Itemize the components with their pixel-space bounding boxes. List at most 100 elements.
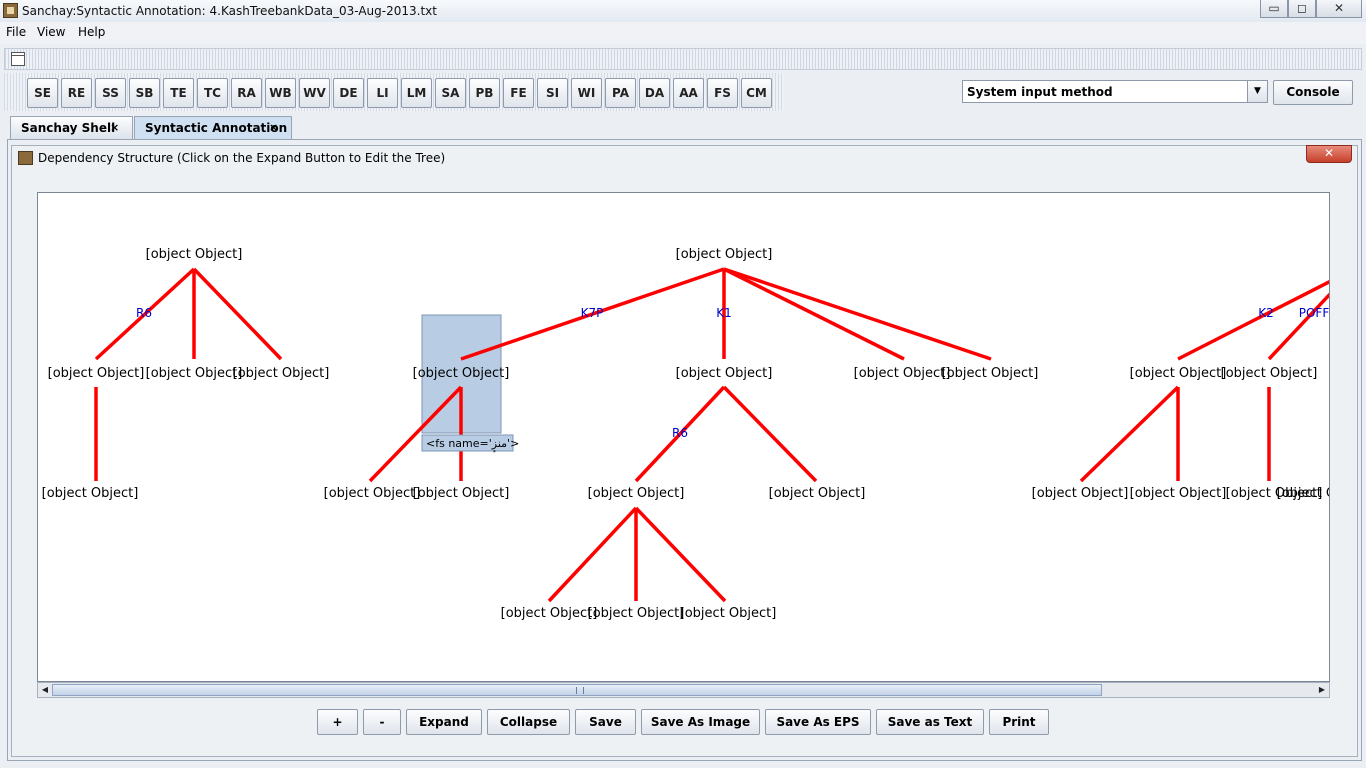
toolbar-button-wb[interactable]: WB: [265, 78, 296, 108]
tree-node[interactable]: [object Object]: [854, 366, 951, 381]
menu-help[interactable]: Help: [78, 25, 105, 39]
tab-label: Sanchay Shell: [21, 121, 116, 135]
tree-node[interactable]: [object Object]: [146, 247, 243, 262]
tree-node[interactable]: [object Object]: [324, 486, 421, 501]
toolbar-button-te[interactable]: TE: [163, 78, 194, 108]
tree-edge: [547, 506, 638, 603]
save-as-image-button[interactable]: Save As Image: [641, 709, 760, 735]
tree-canvas[interactable]: R6 K7P K1 R6 K2 POFF [object Object] [ob…: [37, 192, 1330, 682]
print-button[interactable]: Print: [989, 709, 1049, 735]
frame-title: Dependency Structure (Click on the Expan…: [38, 151, 446, 165]
tree-node[interactable]: [object Object]: [1130, 366, 1227, 381]
tree-edge: [1267, 292, 1329, 361]
toolbar-button-re[interactable]: RE: [61, 78, 92, 108]
relation-label: K1: [716, 306, 732, 320]
tree-edge: [192, 267, 283, 361]
minimize-button[interactable]: ▭: [1260, 0, 1288, 18]
chevron-down-icon[interactable]: ▼: [1247, 81, 1267, 102]
toolbar-button-fs[interactable]: FS: [707, 78, 738, 108]
menu-bar: File View Help: [0, 22, 1366, 44]
scrollbar-thumb[interactable]: [52, 684, 1102, 696]
toolbar-button-sb[interactable]: SB: [129, 78, 160, 108]
scroll-right-icon[interactable]: ▶: [1315, 683, 1329, 697]
tab-label: Syntactic Annotation: [145, 121, 288, 135]
window-title: Sanchay:Syntactic Annotation: 4.KashTree…: [22, 4, 437, 18]
close-window-button[interactable]: ✕: [1316, 0, 1362, 18]
tree-node[interactable]: [object Object]: [588, 486, 685, 501]
close-icon[interactable]: ×: [269, 121, 278, 134]
console-button[interactable]: Console: [1273, 80, 1353, 105]
tree-node[interactable]: [object Object]: [769, 486, 866, 501]
save-as-text-button[interactable]: Save as Text: [876, 709, 984, 735]
relation-label: R6: [672, 426, 688, 440]
toolbar-handle-strip: [4, 48, 1362, 70]
toolbar-button-lm[interactable]: LM: [401, 78, 432, 108]
toolbar-button-pa[interactable]: PA: [605, 78, 636, 108]
toolbar-button-si[interactable]: SI: [537, 78, 568, 108]
dependency-tree[interactable]: R6 K7P K1 R6 K2 POFF [object Object] [ob…: [38, 193, 1330, 682]
tree-node[interactable]: [object Object]: [680, 606, 777, 621]
tree-node[interactable]: [object Object]: [48, 366, 145, 381]
toolbar-button-wv[interactable]: WV: [299, 78, 330, 108]
close-icon[interactable]: ×: [110, 121, 119, 134]
tree-node[interactable]: [object Object]: [413, 366, 510, 381]
menu-file[interactable]: File: [6, 25, 26, 39]
tab-syntactic-annotation[interactable]: Syntactic Annotation ×: [134, 116, 292, 139]
tree-edge: [723, 267, 992, 361]
zoom-in-button[interactable]: +: [317, 709, 358, 735]
toolbar-button-ss[interactable]: SS: [95, 78, 126, 108]
tree-node[interactable]: [object Object]: [42, 486, 139, 501]
tab-sanchay-shell[interactable]: Sanchay Shell ×: [10, 116, 133, 139]
tree-node[interactable]: [object Object]: [1221, 366, 1318, 381]
tree-node[interactable]: [object Object]: [676, 247, 773, 262]
window-icon[interactable]: [11, 52, 25, 66]
save-as-eps-button[interactable]: Save As EPS: [765, 709, 871, 735]
expand-button[interactable]: Expand: [406, 709, 482, 735]
relation-label: POFF: [1299, 306, 1330, 320]
maximize-button[interactable]: ◻: [1288, 0, 1316, 18]
tree-edge: [1079, 385, 1180, 483]
relation-label: R6: [136, 306, 152, 320]
input-method-select[interactable]: System input method ▼: [962, 80, 1268, 103]
toolbar-button-tc[interactable]: TC: [197, 78, 228, 108]
toolbar-button-de[interactable]: DE: [333, 78, 364, 108]
toolbar-button-da[interactable]: DA: [639, 78, 670, 108]
tree-edge: [634, 506, 727, 603]
toolbar-button-aa[interactable]: AA: [673, 78, 704, 108]
toolbar-button-wi[interactable]: WI: [571, 78, 602, 108]
grip-icon: [576, 687, 584, 694]
tree-node[interactable]: [object Object]: [501, 606, 598, 621]
title-bar: Sanchay:Syntactic Annotation: 4.KashTree…: [0, 0, 1366, 23]
toolbar: SE RE SS SB TE TC RA WB WV DE LI LM SA P…: [4, 73, 784, 111]
tree-node[interactable]: [object Object]: [1130, 486, 1227, 501]
relation-label: K7P: [581, 306, 604, 320]
toolbar-button-pb[interactable]: PB: [469, 78, 500, 108]
tree-node[interactable]: [object Object]: [1277, 486, 1330, 501]
app-icon: [3, 3, 18, 18]
toolbar-button-sa[interactable]: SA: [435, 78, 466, 108]
tree-edges: [94, 267, 1329, 603]
collapse-button[interactable]: Collapse: [487, 709, 570, 735]
relation-label: K2: [1258, 306, 1274, 320]
toolbar-button-fe[interactable]: FE: [503, 78, 534, 108]
frame-icon: [18, 151, 33, 165]
toolbar-button-ra[interactable]: RA: [231, 78, 262, 108]
tree-node[interactable]: [object Object]: [942, 366, 1039, 381]
tree-node[interactable]: [object Object]: [413, 486, 510, 501]
tree-edge: [723, 267, 905, 361]
tree-node[interactable]: [object Object]: [676, 366, 773, 381]
frame-close-button[interactable]: ✕: [1306, 145, 1352, 163]
tree-edge: [368, 385, 463, 483]
tree-node[interactable]: [object Object]: [588, 606, 685, 621]
toolbar-button-li[interactable]: LI: [367, 78, 398, 108]
tree-node[interactable]: [object Object]: [146, 366, 243, 381]
menu-view[interactable]: View: [37, 25, 65, 39]
horizontal-scrollbar[interactable]: ◀ ▶: [37, 682, 1330, 698]
zoom-out-button[interactable]: -: [363, 709, 401, 735]
tree-node[interactable]: [object Object]: [233, 366, 330, 381]
scroll-left-icon[interactable]: ◀: [38, 683, 52, 697]
save-button[interactable]: Save: [575, 709, 636, 735]
toolbar-button-se[interactable]: SE: [27, 78, 58, 108]
tree-node[interactable]: [object Object]: [1032, 486, 1129, 501]
toolbar-button-cm[interactable]: CM: [741, 78, 772, 108]
